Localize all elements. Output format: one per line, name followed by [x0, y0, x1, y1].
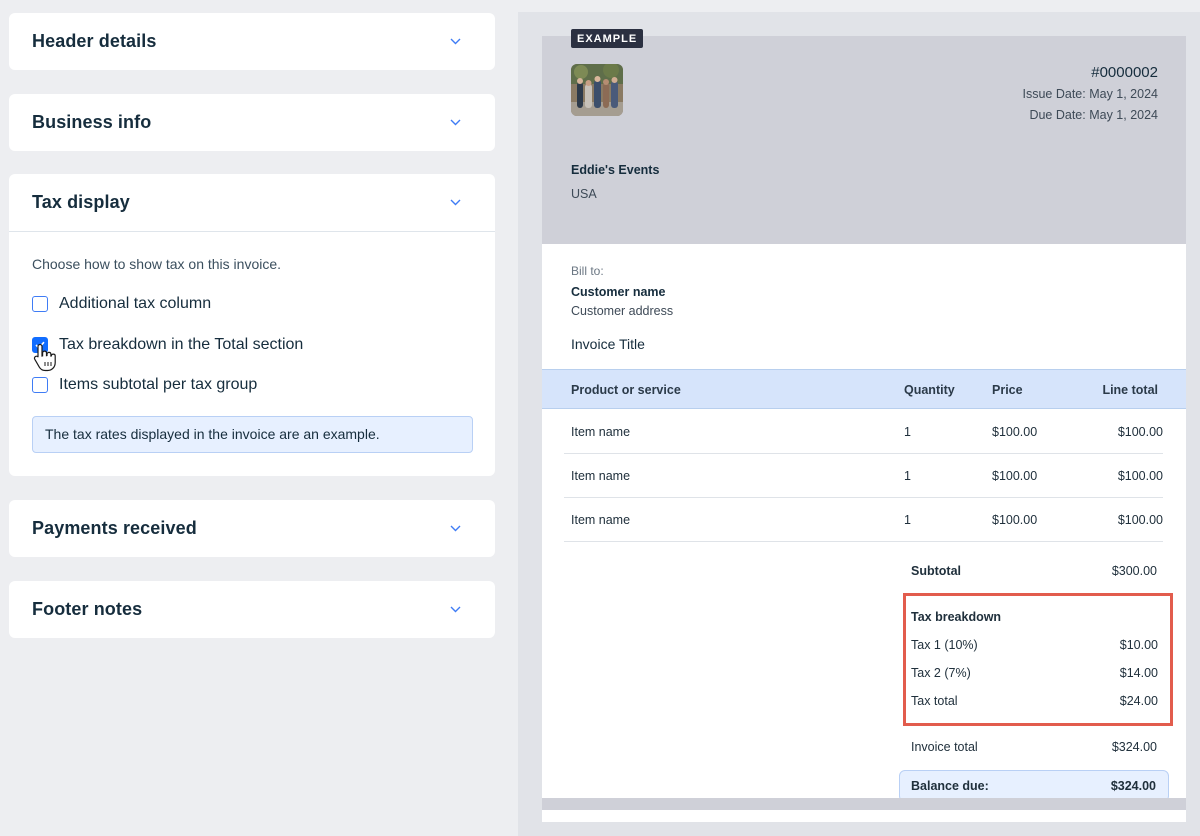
chevron-down-icon[interactable] [449, 604, 461, 616]
business-info-section[interactable]: Business info [9, 94, 495, 151]
invoice-total-value: $324.00 [1111, 740, 1157, 754]
item-total: $100.00 [1117, 513, 1163, 527]
option-label: Additional tax column [59, 295, 212, 312]
item-price: $100.00 [992, 425, 1038, 439]
option-label: Items subtotal per tax group [59, 376, 258, 393]
tax-total-label: Tax total [911, 694, 958, 708]
item-quantity: 1 [904, 469, 911, 483]
tax-total-value: $24.00 [1119, 694, 1158, 708]
item-total: $100.00 [1117, 469, 1163, 483]
section-title: Business info [32, 112, 152, 132]
checkbox[interactable] [32, 377, 48, 393]
item-price: $100.00 [992, 513, 1038, 527]
option-additional-tax-column[interactable]: Additional tax column [32, 294, 473, 314]
tax-2-value: $14.00 [1119, 666, 1158, 680]
invoice-number: #0000002 [1091, 64, 1158, 81]
chevron-down-icon[interactable] [449, 523, 461, 535]
tax-display-section: Tax display Choose how to show tax on th… [9, 174, 495, 476]
due-date: Due Date: May 1, 2024 [1029, 108, 1158, 122]
example-badge: EXAMPLE [571, 29, 644, 48]
invoice-header: #0000002 Issue Date: May 1, 2024 Due Dat… [542, 36, 1186, 244]
customer-name: Customer name [571, 285, 666, 299]
table-row: Item name 1 $100.00 $100.00 [564, 410, 1163, 454]
hand-cursor-icon [33, 343, 56, 371]
col-line-total: Line total [1102, 383, 1158, 397]
footer-notes-section[interactable]: Footer notes [9, 581, 495, 638]
col-quantity: Quantity [904, 383, 955, 397]
item-price: $100.00 [992, 469, 1038, 483]
item-name: Item name [571, 425, 631, 439]
bill-to-label: Bill to: [571, 264, 604, 278]
option-label: Tax breakdown in the Total section [59, 335, 304, 353]
chevron-down-icon[interactable] [449, 117, 461, 129]
header-details-section[interactable]: Header details [9, 13, 495, 70]
section-title: Payments received [32, 518, 197, 538]
section-title: Header details [32, 31, 157, 51]
items-table-header: Product or service Quantity Price Line t… [542, 369, 1186, 409]
col-price: Price [992, 383, 1023, 397]
chevron-down-icon[interactable] [449, 197, 461, 209]
col-product: Product or service [571, 383, 681, 397]
next-page-edge [542, 798, 1186, 810]
item-total: $100.00 [1117, 425, 1163, 439]
item-name: Item name [571, 513, 631, 527]
section-title: Tax display [32, 192, 130, 212]
invoice-paper: #0000002 Issue Date: May 1, 2024 Due Dat… [542, 29, 1186, 822]
tax-display-header[interactable]: Tax display [9, 174, 495, 231]
tax-breakdown-label: Tax breakdown [911, 610, 1002, 624]
tax-example-note: The tax rates displayed in the invoice a… [32, 415, 473, 453]
subtotal-value: $300.00 [1111, 564, 1157, 578]
item-name: Item name [571, 469, 631, 483]
invoice-title: Invoice Title [571, 336, 645, 352]
business-country: USA [571, 187, 597, 201]
tax-1-value: $10.00 [1119, 638, 1158, 652]
balance-due-label: Balance due: [911, 779, 989, 793]
subtotal-label: Subtotal [911, 564, 961, 578]
table-row: Item name 1 $100.00 $100.00 [564, 454, 1163, 498]
customer-address: Customer address [571, 304, 674, 318]
issue-date: Issue Date: May 1, 2024 [1022, 87, 1159, 101]
section-title: Footer notes [32, 599, 143, 619]
invoice-preview-panel: #0000002 Issue Date: May 1, 2024 Due Dat… [518, 12, 1200, 836]
table-row: Item name 1 $100.00 $100.00 [564, 498, 1163, 542]
business-logo [571, 64, 623, 116]
option-items-subtotal-per-tax-group[interactable]: Items subtotal per tax group [32, 375, 473, 395]
settings-panel: Header details Business info Tax display… [0, 0, 518, 836]
balance-due-value: $324.00 [1110, 779, 1156, 793]
tax-1-label: Tax 1 (10%) [911, 638, 978, 652]
tax-2-label: Tax 2 (7%) [911, 666, 971, 680]
business-name: Eddie's Events [571, 163, 660, 177]
item-quantity: 1 [904, 425, 911, 439]
invoice-total-label: Invoice total [911, 740, 978, 754]
chevron-down-icon[interactable] [449, 36, 461, 48]
payments-received-section[interactable]: Payments received [9, 500, 495, 557]
option-tax-breakdown-total[interactable]: Tax breakdown in the Total section [32, 335, 473, 371]
item-quantity: 1 [904, 513, 911, 527]
tax-display-description: Choose how to show tax on this invoice. [32, 256, 282, 272]
invoice-meta: #0000002 Issue Date: May 1, 2024 Due Dat… [1023, 64, 1159, 129]
checkbox[interactable] [32, 296, 48, 312]
